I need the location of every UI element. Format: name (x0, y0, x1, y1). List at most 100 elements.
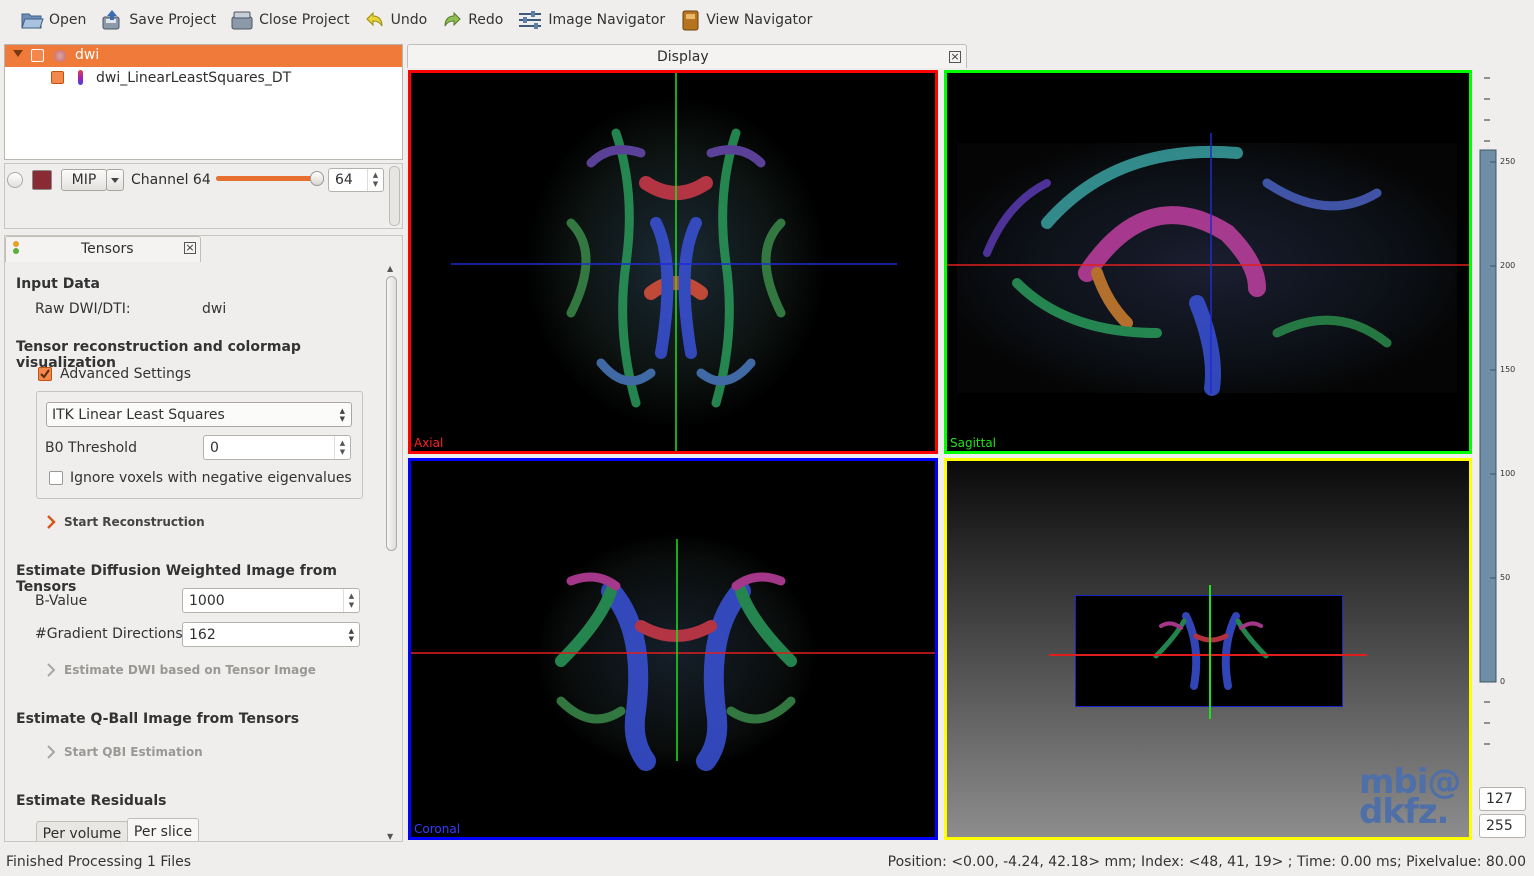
tab-per-volume[interactable]: Per volume (36, 821, 128, 842)
lw-tick-label: 0 (1500, 677, 1506, 686)
tab-per-slice[interactable]: Per slice (127, 818, 199, 841)
visibility-checkbox[interactable] (51, 71, 64, 84)
sagittal-slice-image (947, 133, 1469, 396)
render-mode-button[interactable]: MIP (61, 169, 107, 191)
spin-arrows-icon[interactable]: ▲ ▼ (334, 436, 350, 459)
radio-icon[interactable] (7, 172, 23, 188)
open-label: Open (49, 12, 87, 28)
scroll-down-icon[interactable]: ▼ (387, 832, 393, 841)
window-input[interactable]: 255 (1479, 814, 1526, 838)
3d-crosshair-vertical (1209, 585, 1211, 719)
redo-icon (444, 11, 461, 27)
b0-threshold-label: B0 Threshold (45, 440, 137, 456)
input-data-title: Input Data (16, 276, 100, 292)
window-value: 255 (1486, 818, 1513, 834)
save-project-label: Save Project (129, 12, 217, 28)
tensors-scrollbar[interactable]: ▲ ▼ (386, 264, 398, 841)
lw-tick-label: 250 (1500, 157, 1516, 166)
tab-label: Display (657, 49, 709, 65)
scrollbar-thumb[interactable] (386, 276, 397, 551)
gradient-directions-combobox[interactable]: 162 ▲ ▼ (182, 622, 360, 647)
spin-arrows-icon[interactable]: ▲ ▼ (367, 169, 383, 191)
scroll-up-icon[interactable]: ▲ (387, 264, 393, 273)
slider-handle[interactable] (309, 171, 324, 186)
estimate-dwi-label: Estimate DWI based on Tensor Image (64, 663, 316, 677)
image-navigator-button[interactable]: Image Navigator (511, 5, 671, 35)
close-icon[interactable]: × (184, 242, 196, 254)
main-toolbar: Open Save Project Close Project Undo Red… (0, 0, 1534, 40)
estimate-dwi-button[interactable]: Estimate DWI based on Tensor Image (45, 663, 316, 677)
datamanager-item-dwi[interactable]: dwi (5, 45, 402, 67)
raw-dwi-label: Raw DWI/DTI: (35, 301, 131, 317)
lw-tick-label: 50 (1500, 573, 1511, 582)
data-manager: dwi dwi_LinearLeastSquares_DT (4, 44, 403, 160)
tensors-panel: Tensors × Input Data Raw DWI/DTI: dwi Te… (4, 235, 403, 842)
start-reconstruction-label: Start Reconstruction (64, 515, 205, 529)
sagittal-view[interactable]: Sagittal (944, 70, 1472, 454)
status-position: Position: <0.00, -4.24, 42.18> mm; Index… (887, 854, 1526, 870)
axial-view[interactable]: Axial (408, 70, 938, 454)
sagittal-view-label: Sagittal (950, 436, 997, 450)
start-qbi-label: Start QBI Estimation (64, 745, 203, 759)
bvalue-value: 1000 (189, 592, 225, 609)
chevron-right-icon (47, 515, 56, 529)
tab-label: Tensors (81, 241, 134, 257)
close-project-label: Close Project (259, 12, 350, 28)
save-project-icon (102, 10, 120, 30)
book-icon (682, 10, 699, 31)
bvalue-label: B-Value (35, 593, 88, 609)
close-project-button[interactable]: Close Project (224, 5, 356, 35)
properties-scrollbar[interactable] (389, 166, 400, 226)
start-qbi-button[interactable]: Start QBI Estimation (45, 745, 203, 759)
channel-spinbox[interactable]: 64 ▲ ▼ (328, 168, 384, 192)
color-swatch[interactable] (32, 170, 52, 190)
expand-arrow-icon[interactable] (13, 50, 23, 57)
combo-arrows-icon: ▲ ▼ (348, 627, 354, 643)
view-navigator-button[interactable]: View Navigator (673, 5, 818, 35)
render-mode-dropdown[interactable] (106, 169, 124, 191)
tab-tensors[interactable]: Tensors × (5, 236, 201, 262)
checkmark-icon (40, 369, 50, 379)
save-project-button[interactable]: Save Project (94, 5, 222, 35)
redo-button[interactable]: Redo (435, 5, 509, 35)
channel-slider[interactable] (216, 171, 324, 186)
level-value: 127 (1486, 791, 1513, 807)
coronal-view-label: Coronal (414, 822, 461, 836)
bvalue-spinbox[interactable]: 1000 ▲ ▼ (182, 588, 360, 613)
image-navigator-label: Image Navigator (548, 12, 666, 28)
lw-tick-label: 150 (1500, 365, 1516, 374)
open-button[interactable]: Open (14, 5, 92, 35)
lw-tick-label: 200 (1500, 261, 1516, 270)
level-window-ruler (1479, 77, 1497, 745)
tab-label: Per volume (42, 825, 122, 842)
visibility-checkbox[interactable] (31, 49, 44, 62)
3d-view[interactable]: mbi@ dkfz. (944, 458, 1472, 840)
method-value: ITK Linear Least Squares (52, 406, 225, 423)
undo-label: Undo (390, 12, 428, 28)
redo-label: Redo (468, 12, 504, 28)
datamanager-item-label: dwi_LinearLeastSquares_DT (96, 70, 292, 86)
level-input[interactable]: 127 (1479, 787, 1526, 811)
advanced-settings-checkbox[interactable] (38, 367, 52, 381)
start-reconstruction-button[interactable]: Start Reconstruction (45, 515, 205, 529)
spin-arrows-icon[interactable]: ▲ ▼ (343, 589, 359, 612)
tab-display[interactable]: Display × (407, 44, 967, 68)
ignore-negative-checkbox[interactable] (49, 471, 63, 485)
coronal-view[interactable]: Coronal (408, 458, 938, 840)
traffic-light-icon (13, 241, 19, 257)
mbi-dkfz-logo: mbi@ dkfz. (1359, 765, 1461, 829)
close-icon[interactable]: × (949, 51, 961, 63)
gradient-directions-label: #Gradient Directions (35, 626, 183, 642)
datamanager-item-label: dwi (75, 47, 100, 63)
undo-button[interactable]: Undo (358, 5, 434, 35)
method-combobox[interactable]: ITK Linear Least Squares ▲ ▼ (46, 402, 352, 427)
datamanager-item-dt[interactable]: dwi_LinearLeastSquares_DT (5, 67, 402, 89)
view-navigator-label: View Navigator (706, 12, 813, 28)
channel-spinbox-value: 64 (335, 172, 353, 188)
image-properties-strip: MIP Channel 64 64 ▲ ▼ (4, 163, 403, 229)
gradient-directions-value: 162 (189, 626, 216, 643)
chevron-right-icon (47, 745, 56, 759)
b0-threshold-spinbox[interactable]: 0 ▲ ▼ (203, 435, 351, 460)
image-node-icon (54, 50, 66, 62)
estimate-qball-title: Estimate Q-Ball Image from Tensors (16, 711, 300, 727)
